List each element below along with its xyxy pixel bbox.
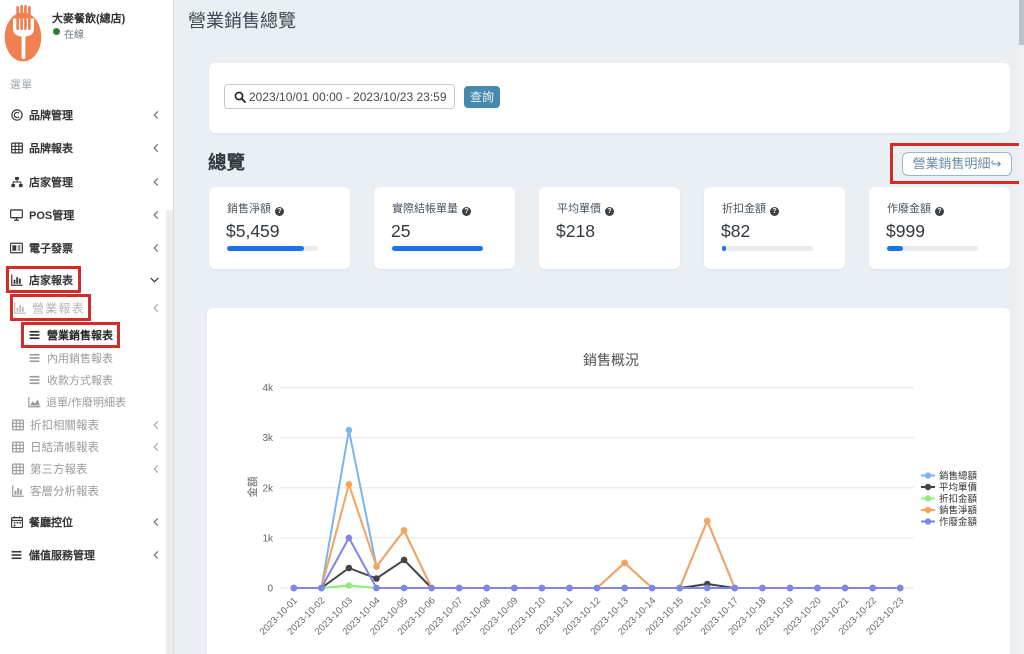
svg-text:0: 0 bbox=[267, 584, 273, 595]
svg-text:平均單價: 平均單價 bbox=[939, 482, 978, 494]
svg-text:作廢金額: 作廢金額 bbox=[939, 516, 978, 528]
svg-text:2k: 2k bbox=[262, 483, 274, 494]
svg-text:銷售淨額: 銷售淨額 bbox=[939, 505, 978, 517]
svg-text:折扣金額: 折扣金額 bbox=[939, 493, 978, 505]
svg-text:銷售概況: 銷售概況 bbox=[583, 352, 639, 368]
svg-text:金額: 金額 bbox=[246, 476, 259, 497]
svg-text:1k: 1k bbox=[262, 533, 274, 544]
svg-text:銷售總額: 銷售總額 bbox=[939, 470, 978, 482]
svg-text:4k: 4k bbox=[262, 383, 274, 394]
svg-text:3k: 3k bbox=[262, 433, 274, 444]
